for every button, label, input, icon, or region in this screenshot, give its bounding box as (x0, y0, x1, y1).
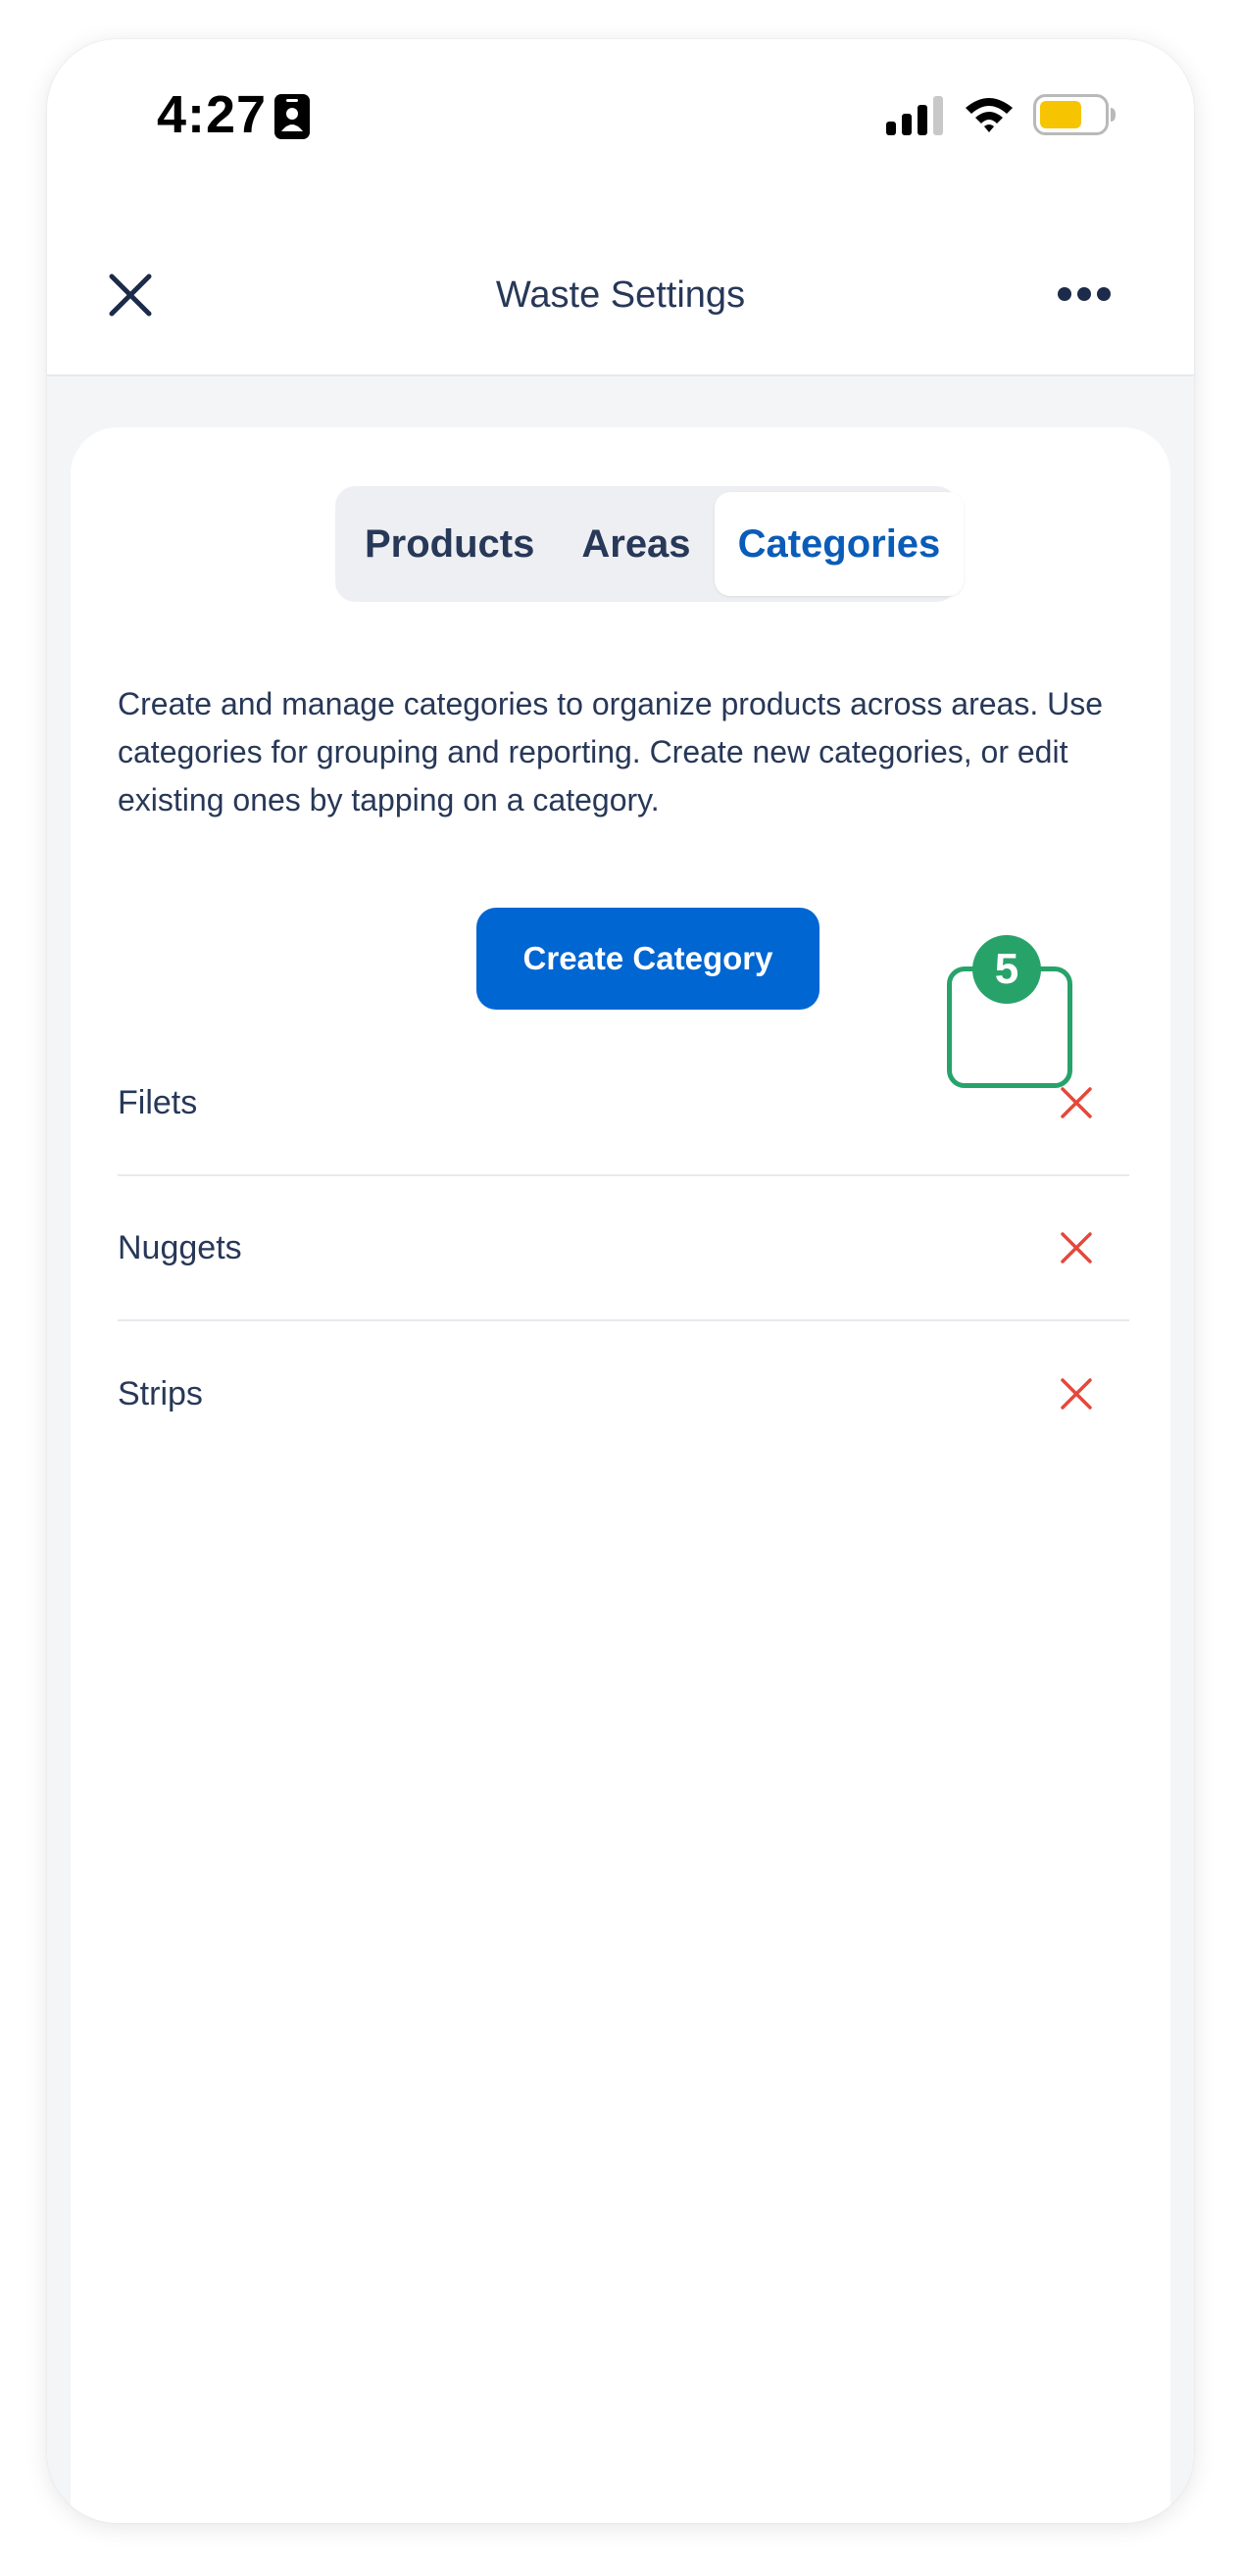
annotation-badge: 5 (972, 935, 1041, 1004)
category-list: Filets Nuggets Strips (118, 1031, 1129, 1466)
delete-icon[interactable] (1047, 1364, 1106, 1423)
category-label: Nuggets (118, 1228, 242, 1266)
status-bar: 4:27 (47, 39, 1194, 196)
battery-icon (1033, 94, 1117, 140)
status-time: 4:27 (157, 85, 268, 144)
list-item[interactable]: Strips (118, 1321, 1129, 1466)
delete-icon[interactable] (1047, 1218, 1106, 1277)
phone-frame: 4:27 Waste Settings Products Areas Categ… (47, 39, 1194, 2523)
create-category-button[interactable]: Create Category (476, 908, 819, 1010)
tab-products[interactable]: Products (341, 492, 558, 596)
more-icon[interactable] (1057, 286, 1112, 307)
nav-bar: Waste Settings (47, 196, 1194, 376)
description-text: Create and manage categories to organize… (118, 686, 1103, 817)
list-item[interactable]: Nuggets (118, 1176, 1129, 1321)
page-title: Waste Settings (495, 274, 746, 316)
tab-bar: Products Areas Categories (335, 486, 965, 602)
category-label: Strips (118, 1374, 203, 1412)
signal-icon (886, 96, 947, 140)
tab-areas[interactable]: Areas (558, 492, 714, 596)
tab-categories[interactable]: Categories (714, 492, 965, 596)
id-card-icon (274, 94, 310, 144)
settings-card: Products Areas Categories Create and man… (71, 427, 1170, 2523)
category-label: Filets (118, 1083, 198, 1121)
wifi-icon (964, 94, 1015, 138)
